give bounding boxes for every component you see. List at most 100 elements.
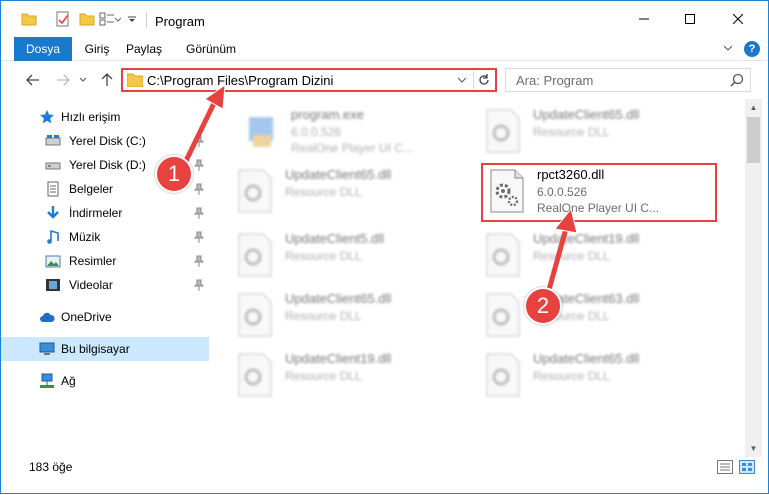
file-item[interactable]: UpdateClient65.dll Resource DLL — [227, 161, 457, 221]
address-path[interactable]: C:\Program Files\Program Dizini — [147, 73, 333, 88]
file-item[interactable]: UpdateClient19.dll Resource DLL — [475, 225, 705, 285]
pin-icon[interactable] — [194, 255, 204, 267]
pin-icon[interactable] — [194, 183, 204, 195]
sidebar-item-local-disk-c[interactable]: Yerel Disk (C:) — [1, 129, 209, 153]
layout-icon[interactable] — [99, 11, 115, 27]
refresh-button[interactable] — [473, 71, 493, 89]
scroll-thumb[interactable] — [747, 117, 760, 163]
file-item[interactable]: UpdateClient65.dll Resource DLL — [475, 101, 705, 161]
sidebar-item-this-pc[interactable]: Bu bilgisayar — [1, 337, 209, 361]
arrow-left-icon — [26, 74, 39, 86]
folder-icon — [21, 13, 37, 26]
file-item[interactable]: UpdateClient65.dll Resource DLL — [227, 285, 457, 345]
dll-gear-icon — [486, 353, 520, 397]
file-name: UpdateClient19.dll — [533, 231, 640, 246]
navigation-pane: Hızlı erişim Yerel Disk (C:) Yerel Disk … — [1, 99, 211, 457]
expand-ribbon-icon[interactable] — [722, 42, 734, 54]
chevron-down-icon[interactable] — [457, 73, 467, 87]
sidebar-item-label: Hızlı erişim — [61, 110, 121, 124]
file-name: program.exe — [291, 107, 364, 122]
computer-icon — [39, 342, 55, 355]
pin-icon[interactable] — [194, 135, 204, 147]
scroll-down-button[interactable]: ▼ — [745, 440, 762, 457]
sidebar-item-label: Resimler — [69, 254, 117, 268]
tab-share[interactable]: Paylaş — [121, 37, 167, 61]
search-input[interactable]: Ara: Program — [516, 73, 593, 88]
sidebar-item-label: Bu bilgisayar — [61, 342, 130, 356]
sidebar-item-downloads[interactable]: İndirmeler — [1, 201, 209, 225]
file-name: UpdateClient19.dll — [285, 351, 392, 366]
sidebar-item-network[interactable]: Ağ — [1, 369, 209, 393]
file-item[interactable]: UpdateClient65.dll Resource DLL — [475, 345, 705, 405]
arrow-up-icon — [101, 73, 113, 86]
sidebar-item-quick-access[interactable]: Hızlı erişim — [1, 105, 209, 129]
file-description: RealOne Player UI C... — [291, 141, 414, 155]
file-item[interactable]: UpdateClient5.dll Resource DLL — [227, 225, 457, 285]
sidebar-item-onedrive[interactable]: OneDrive — [1, 305, 209, 329]
highlight-frame — [481, 163, 717, 222]
sidebar-item-label: Videolar — [69, 278, 113, 292]
file-type: Resource DLL — [533, 249, 610, 263]
minimize-button[interactable] — [621, 1, 667, 37]
scroll-up-button[interactable]: ▲ — [745, 99, 762, 116]
tab-home[interactable]: Giriş — [79, 37, 115, 61]
dll-gear-icon — [486, 293, 520, 337]
address-bar[interactable]: C:\Program Files\Program Dizini — [121, 68, 497, 92]
customize-toolbar-icon[interactable] — [127, 11, 137, 27]
search-box[interactable]: Ara: Program — [505, 68, 751, 92]
chevron-down-icon[interactable] — [114, 11, 122, 27]
file-version: 6.0.0.526 — [291, 125, 342, 139]
file-name: UpdateClient65.dll — [285, 167, 392, 182]
recent-locations-button[interactable] — [77, 70, 89, 90]
file-item[interactable]: program.exe 6.0.0.526 RealOne Player UI … — [233, 101, 463, 161]
arrow-right-icon — [57, 74, 70, 86]
explorer-window: Program Dosya Giriş Paylaş Görünüm ? C:\… — [0, 0, 769, 494]
file-name: UpdateClient65.dll — [285, 291, 392, 306]
back-button[interactable] — [23, 70, 43, 90]
step-1-badge: 1 — [155, 155, 193, 193]
file-list: program.exe 6.0.0.526 RealOne Player UI … — [213, 99, 745, 457]
step-2-badge: 2 — [524, 287, 562, 325]
file-name: UpdateClient5.dll — [285, 231, 385, 246]
file-item[interactable]: UpdateClient63.dll Resource DLL — [475, 285, 705, 345]
pictures-icon — [45, 255, 61, 268]
properties-icon[interactable] — [55, 11, 71, 27]
close-button[interactable] — [715, 1, 761, 37]
help-button[interactable]: ? — [744, 41, 760, 57]
sidebar-item-pictures[interactable]: Resimler — [1, 249, 209, 273]
minimize-icon — [639, 18, 649, 20]
drive-icon — [45, 135, 61, 146]
tab-file[interactable]: Dosya — [14, 37, 72, 61]
documents-icon — [47, 181, 59, 197]
forward-button[interactable] — [53, 70, 73, 90]
pin-icon[interactable] — [194, 207, 204, 219]
vertical-scrollbar[interactable]: ▲ ▼ — [745, 99, 762, 457]
title-bar: Program — [1, 1, 768, 37]
file-type: Resource DLL — [285, 309, 362, 323]
videos-icon — [46, 279, 60, 291]
sidebar-item-label: Yerel Disk (D:) — [69, 158, 146, 172]
pin-icon[interactable] — [194, 279, 204, 291]
sidebar-item-label: Yerel Disk (C:) — [69, 134, 146, 148]
sidebar-item-label: Müzik — [69, 230, 101, 244]
refresh-icon — [478, 74, 489, 85]
search-icon[interactable] — [730, 73, 744, 87]
pin-icon[interactable] — [194, 231, 204, 243]
new-folder-icon[interactable] — [79, 11, 95, 27]
download-icon — [47, 206, 59, 219]
sidebar-item-music[interactable]: Müzik — [1, 225, 209, 249]
close-icon — [733, 14, 743, 24]
up-button[interactable] — [97, 70, 117, 90]
star-icon — [40, 110, 54, 124]
dll-gear-icon — [238, 353, 272, 397]
file-item[interactable]: UpdateClient19.dll Resource DLL — [227, 345, 457, 405]
tab-view[interactable]: Görünüm — [179, 37, 243, 61]
sidebar-item-videos[interactable]: Videolar — [1, 273, 209, 297]
details-view-icon[interactable] — [717, 460, 733, 474]
music-icon — [47, 229, 59, 244]
maximize-button[interactable] — [667, 1, 713, 37]
tiles-view-icon[interactable] — [739, 460, 755, 474]
pin-icon[interactable] — [194, 159, 204, 171]
dll-gear-icon — [238, 169, 272, 213]
sidebar-item-label: Ağ — [61, 374, 76, 388]
